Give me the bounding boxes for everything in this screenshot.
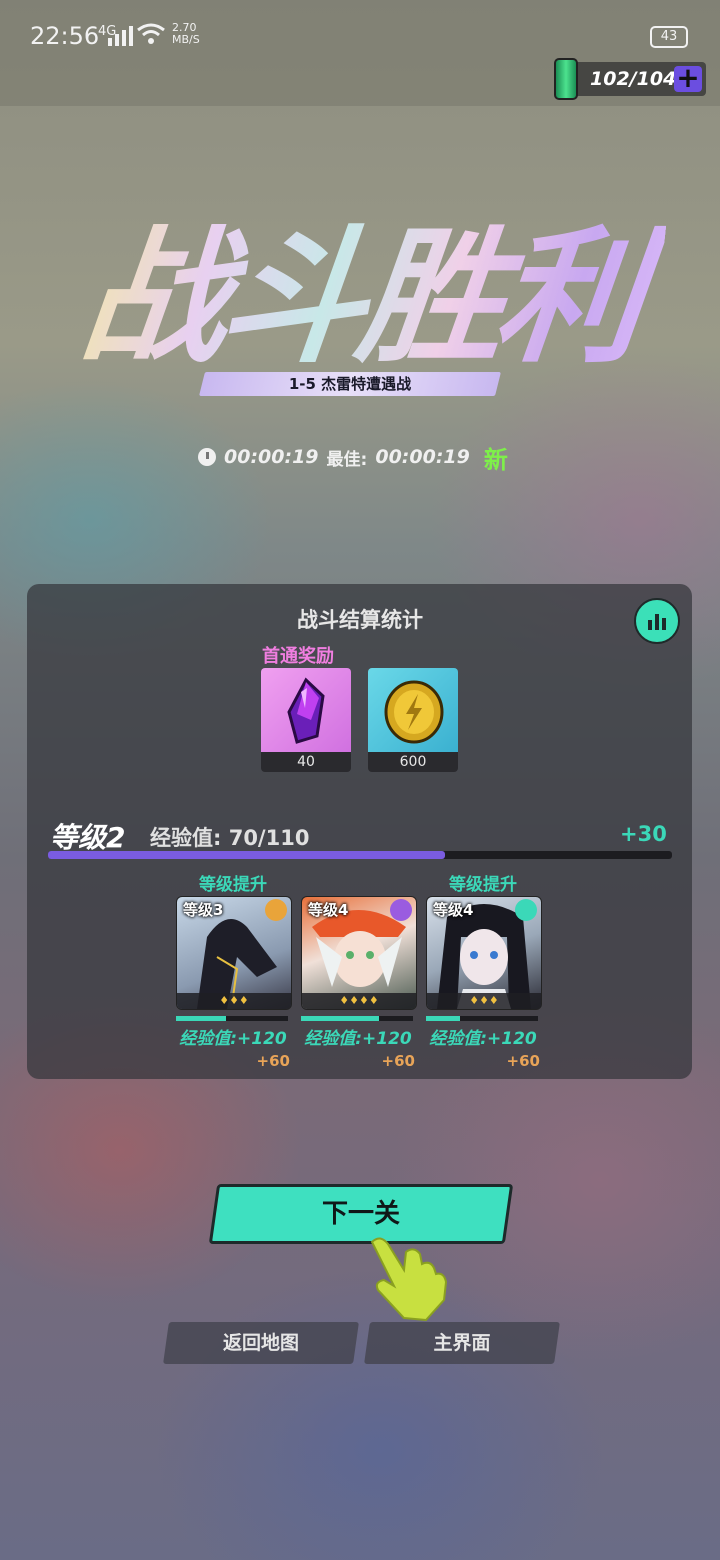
stage-name: 1-5 杰雷特遭遇战 <box>288 375 412 393</box>
crystal-icon <box>261 668 351 754</box>
player-exp-gain: +30 <box>620 822 667 846</box>
reward-crystal[interactable]: 40 <box>261 668 351 772</box>
hero-exp-gain: 经验值:+120 <box>429 1029 537 1049</box>
panel-title: 战斗结算统计 <box>297 608 423 632</box>
teal-swirl-icon <box>515 899 537 921</box>
purple-lightbulb-icon <box>390 899 412 921</box>
battle-time: 00:00:19 <box>224 446 319 468</box>
player-exp-bar <box>48 851 672 859</box>
reward-count: 600 <box>368 752 458 772</box>
energy-counter: 102/104 + <box>554 58 706 100</box>
hero-level: 等级4 <box>308 901 349 919</box>
hero-portrait: 等级4 ♦♦♦ <box>426 896 542 1010</box>
hero-stars: ♦♦♦♦ <box>302 993 416 1009</box>
level-up-label: 等级提升 <box>199 875 267 895</box>
hero-level: 等级3 <box>183 901 224 919</box>
best-time-label: 最佳: <box>326 449 368 470</box>
hero-stars: ♦♦♦ <box>177 993 291 1009</box>
first-clear-reward-label: 首通奖励 <box>262 646 334 667</box>
hero-exp-bonus: +60 <box>506 1052 540 1070</box>
hero-exp-bar <box>176 1016 288 1021</box>
hero-stars: ♦♦♦ <box>427 993 541 1009</box>
best-time: 00:00:19 <box>375 446 470 468</box>
level-up-label: 等级提升 <box>449 875 517 895</box>
hero-exp-fill <box>426 1016 460 1021</box>
crystal-shape <box>287 677 325 744</box>
player-exp: 经验值: 70/110 <box>150 826 310 850</box>
hero-exp-bar <box>426 1016 538 1021</box>
reward-count: 40 <box>261 752 351 772</box>
next-stage-button[interactable]: 下一关 <box>213 1184 509 1244</box>
signal-icon <box>108 26 133 46</box>
stats-chart-button[interactable] <box>634 598 680 644</box>
speed-unit: MB/S <box>172 33 200 46</box>
stopwatch-icon <box>198 448 216 466</box>
add-energy-button[interactable]: + <box>674 64 702 92</box>
player-exp-fill <box>48 851 445 859</box>
gold-coin-icon <box>368 668 458 754</box>
hero-level: 等级4 <box>433 901 474 919</box>
hero-exp-gain: 经验值:+120 <box>304 1029 412 1049</box>
hero-exp-fill <box>301 1016 380 1021</box>
hero-exp-bonus: +60 <box>256 1052 290 1070</box>
hero-exp-bar <box>301 1016 413 1021</box>
energy-can-icon <box>554 58 578 100</box>
reward-coin[interactable]: 600 <box>368 668 458 772</box>
hero-portrait: 等级3 ♦♦♦ <box>176 896 292 1010</box>
hero-exp-gain: 经验值:+120 <box>179 1029 287 1049</box>
back-to-map-button[interactable]: 返回地图 <box>166 1322 356 1364</box>
main-menu-button[interactable]: 主界面 <box>367 1322 557 1364</box>
coin-shape <box>384 680 444 744</box>
wifi-icon <box>137 23 165 44</box>
battery-icon: 43 <box>650 26 688 48</box>
battle-timer: 00:00:19 最佳: 00:00:19 新 <box>198 440 508 474</box>
energy-value: 102/104 <box>590 68 677 90</box>
hero-portrait: 等级4 ♦♦♦♦ <box>301 896 417 1010</box>
network-speed: 2.70 MB/S <box>172 22 200 46</box>
status-time: 22:56 <box>30 22 100 50</box>
new-record-badge: 新 <box>483 445 508 474</box>
victory-title: 战斗胜利 <box>51 195 670 383</box>
hero-exp-bonus: +60 <box>381 1052 415 1070</box>
player-level: 等级2 <box>50 821 126 854</box>
tap-hand-icon <box>370 1237 448 1322</box>
hero-exp-fill <box>176 1016 227 1021</box>
orange-gear-icon <box>265 899 287 921</box>
